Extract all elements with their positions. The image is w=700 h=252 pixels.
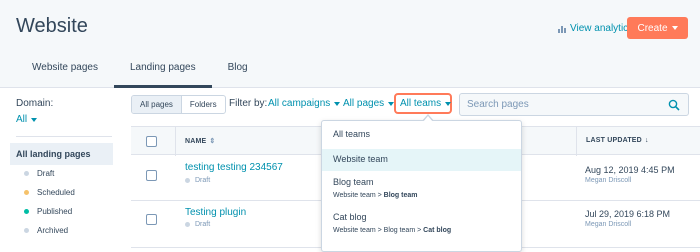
dropdown-item-label: Website team bbox=[333, 154, 388, 164]
status-dot-icon bbox=[24, 209, 29, 214]
row-status: Draft bbox=[185, 177, 210, 184]
path-current: Cat blog bbox=[423, 227, 452, 234]
domain-dropdown[interactable]: All bbox=[16, 114, 116, 125]
caret-down-icon bbox=[31, 117, 38, 122]
row-author: Megan Driscoll bbox=[585, 221, 632, 228]
domain-label: Domain: bbox=[16, 98, 54, 109]
column-header-last-updated[interactable]: LAST UPDATED ↓ bbox=[586, 137, 649, 144]
filter-by-label: Filter by: bbox=[229, 98, 268, 109]
sidebar-item-published[interactable]: Published bbox=[24, 207, 72, 216]
search-input[interactable]: Search pages bbox=[459, 93, 689, 116]
row-checkbox[interactable] bbox=[146, 214, 157, 225]
dropdown-item-website-team[interactable]: Website team bbox=[322, 149, 521, 171]
dropdown-item-label: Blog team bbox=[333, 177, 374, 187]
sidebar-divider bbox=[16, 136, 112, 137]
sidebar-item-label: Archived bbox=[37, 226, 69, 235]
select-all-checkbox[interactable] bbox=[146, 136, 157, 147]
search-placeholder: Search pages bbox=[467, 99, 529, 110]
create-label: Create bbox=[637, 22, 668, 34]
caret-down-icon bbox=[671, 26, 678, 30]
dropdown-item-path: Website team > Blog team > Cat blog bbox=[333, 227, 521, 234]
caret-down-icon bbox=[445, 101, 452, 106]
dropdown-pointer-fill bbox=[423, 116, 433, 122]
tab-blog[interactable]: Blog bbox=[212, 55, 264, 88]
tab-website-pages[interactable]: Website pages bbox=[16, 55, 114, 88]
row-status-label: Draft bbox=[195, 221, 211, 228]
sidebar-item-label: Published bbox=[37, 207, 73, 216]
row-status-label: Draft bbox=[195, 177, 211, 184]
status-dot-icon bbox=[24, 190, 29, 195]
sidebar: Domain: All bbox=[16, 98, 116, 125]
teams-dropdown-menu: All teams Website team Blog team Website… bbox=[321, 120, 522, 252]
sidebar-item-label: Scheduled bbox=[37, 188, 75, 197]
sidebar-item-archived[interactable]: Archived bbox=[24, 226, 68, 235]
dropdown-item-blog-team[interactable]: Blog team Website team > Blog team bbox=[322, 177, 521, 207]
dropdown-item-all-teams[interactable]: All teams bbox=[322, 129, 521, 149]
dropdown-item-path: Website team > Blog team bbox=[333, 192, 521, 199]
search-icon[interactable] bbox=[668, 99, 680, 111]
sidebar-item-scheduled[interactable]: Scheduled bbox=[24, 188, 75, 197]
dropdown-item-cat-blog[interactable]: Cat blog Website team > Blog team > Cat … bbox=[322, 212, 521, 242]
sort-icon: ⇕ bbox=[209, 138, 216, 145]
sidebar-item-draft[interactable]: Draft bbox=[24, 169, 54, 178]
dropdown-item-label: All teams bbox=[333, 129, 371, 139]
status-dot-icon bbox=[185, 222, 190, 227]
tab-bar: Website pages Landing pages Blog bbox=[16, 55, 264, 88]
column-divider bbox=[175, 127, 176, 156]
column-divider bbox=[576, 127, 577, 156]
column-header-name[interactable]: NAME ⇕ bbox=[185, 137, 216, 146]
folders-toggle[interactable]: Folders bbox=[180, 96, 225, 113]
page-title-link[interactable]: testing testing 234567 bbox=[185, 162, 283, 173]
pages-filter[interactable]: All pages bbox=[343, 98, 395, 109]
bar-chart-icon bbox=[558, 25, 566, 33]
path-prefix: Website team > bbox=[333, 192, 384, 199]
tab-landing-pages[interactable]: Landing pages bbox=[113, 55, 212, 88]
page-header: Website View analytics Create Website pa… bbox=[0, 0, 700, 88]
view-analytics-link[interactable]: View analytics bbox=[558, 23, 633, 34]
caret-down-icon bbox=[334, 101, 341, 106]
sidebar-item-label: Draft bbox=[37, 169, 55, 178]
all-pages-toggle[interactable]: All pages bbox=[132, 96, 181, 113]
view-toggle-group: All pages Folders bbox=[131, 95, 226, 114]
campaigns-filter[interactable]: All campaigns bbox=[268, 98, 341, 109]
create-button[interactable]: Create bbox=[627, 17, 688, 39]
sort-desc-icon: ↓ bbox=[644, 137, 649, 144]
page-title: Website bbox=[16, 15, 88, 37]
row-status: Draft bbox=[185, 221, 210, 228]
sidebar-item-all-landing-pages[interactable]: All landing pages bbox=[10, 143, 113, 165]
path-prefix: Website team > Blog team > bbox=[333, 227, 424, 234]
teams-filter-label: All teams bbox=[400, 98, 442, 109]
view-analytics-label: View analytics bbox=[570, 23, 634, 34]
column-header-name-label: NAME bbox=[185, 137, 207, 145]
pages-filter-label: All pages bbox=[343, 98, 385, 109]
path-current: Blog team bbox=[383, 192, 418, 199]
row-checkbox[interactable] bbox=[146, 170, 157, 181]
row-author: Megan Driscoll bbox=[585, 177, 632, 184]
status-dot-icon bbox=[24, 228, 29, 233]
view-toggle: All pages Folders bbox=[131, 94, 226, 115]
dropdown-item-label: Cat blog bbox=[333, 212, 367, 222]
row-last-updated: Aug 12, 2019 4:45 PM bbox=[585, 165, 675, 175]
column-header-last-updated-label: LAST UPDATED bbox=[586, 137, 642, 144]
page-title-link[interactable]: Testing plugin bbox=[185, 207, 246, 218]
status-dot-icon bbox=[185, 178, 190, 183]
row-last-updated: Jul 29, 2019 6:18 PM bbox=[585, 209, 671, 219]
campaigns-filter-label: All campaigns bbox=[268, 98, 331, 109]
teams-filter[interactable]: All teams bbox=[400, 98, 452, 109]
domain-value: All bbox=[16, 114, 28, 125]
status-dot-icon bbox=[24, 171, 29, 176]
